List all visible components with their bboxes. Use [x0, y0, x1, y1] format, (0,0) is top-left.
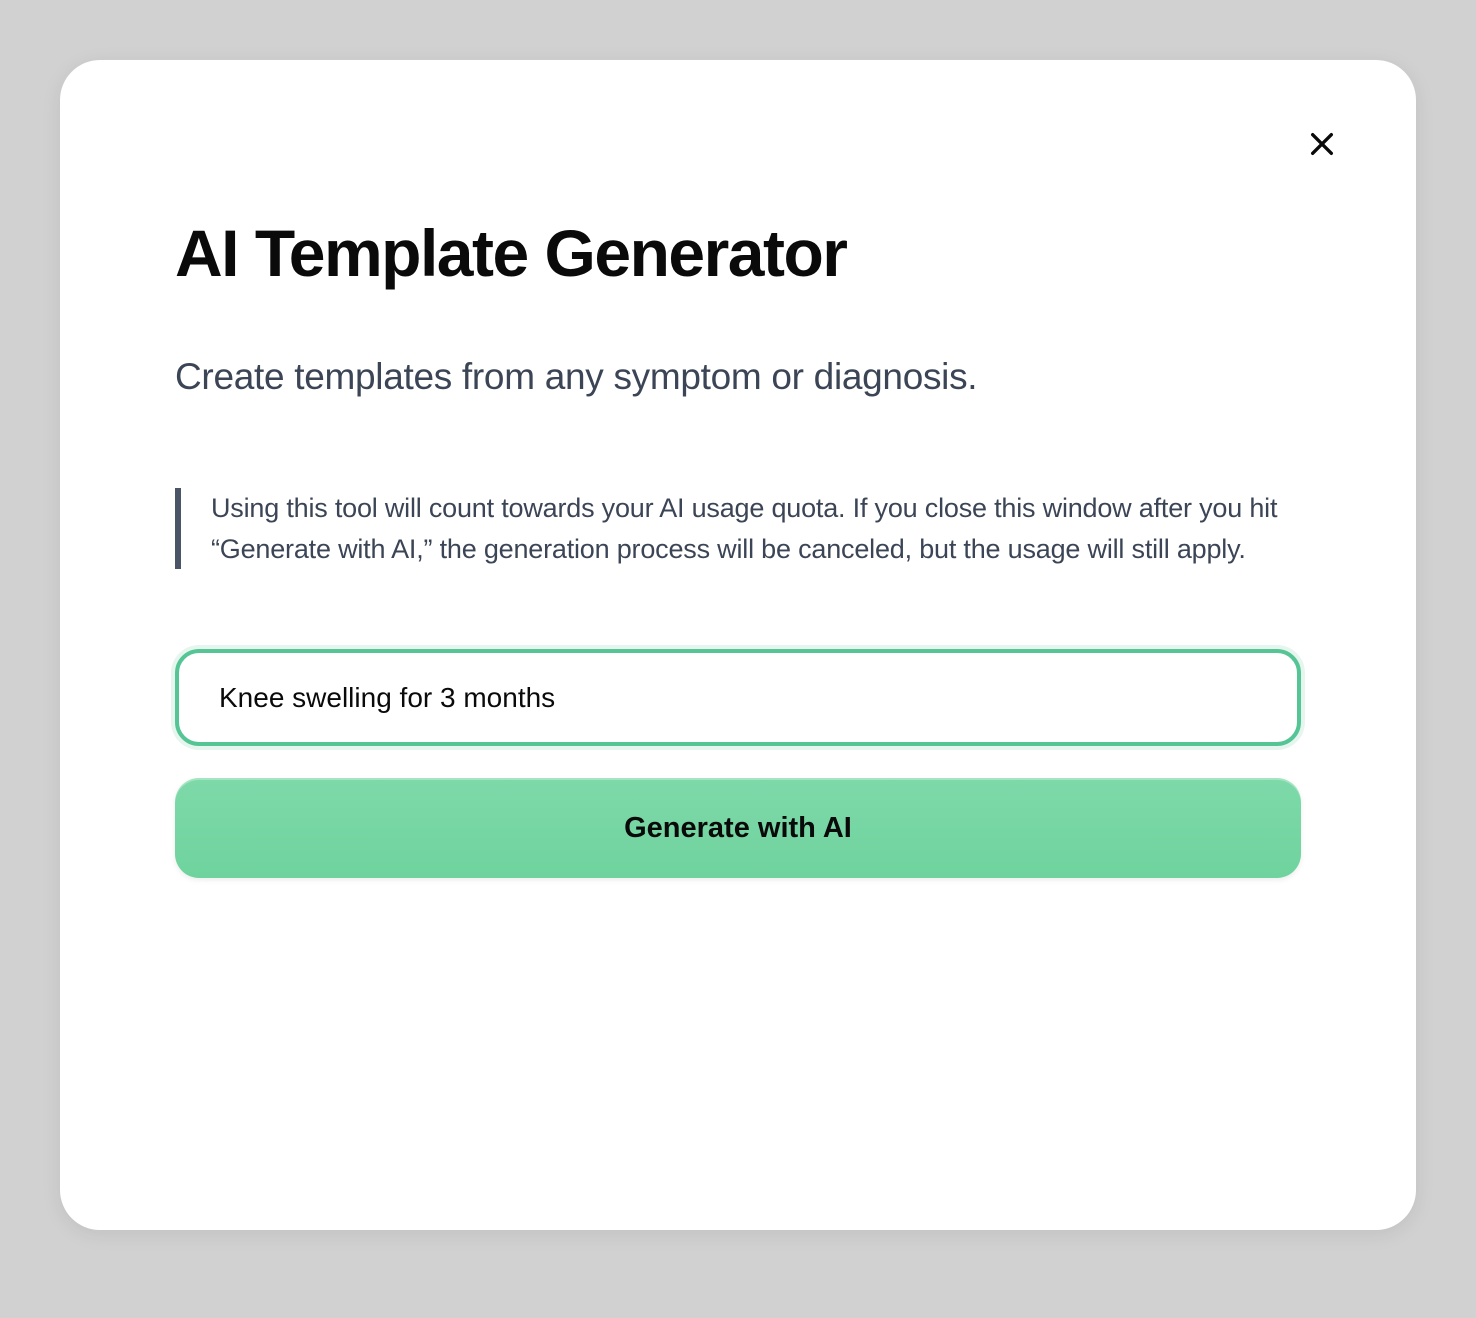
symptom-input[interactable]: [175, 649, 1301, 746]
close-button[interactable]: [1298, 120, 1346, 168]
generate-with-ai-button[interactable]: Generate with AI: [175, 778, 1301, 878]
modal-title: AI Template Generator: [175, 220, 1301, 286]
close-icon: [1306, 128, 1338, 160]
modal-subtitle: Create templates from any symptom or dia…: [175, 356, 1301, 398]
ai-template-generator-modal: AI Template Generator Create templates f…: [60, 60, 1416, 1230]
usage-quota-note: Using this tool will count towards your …: [175, 488, 1301, 569]
